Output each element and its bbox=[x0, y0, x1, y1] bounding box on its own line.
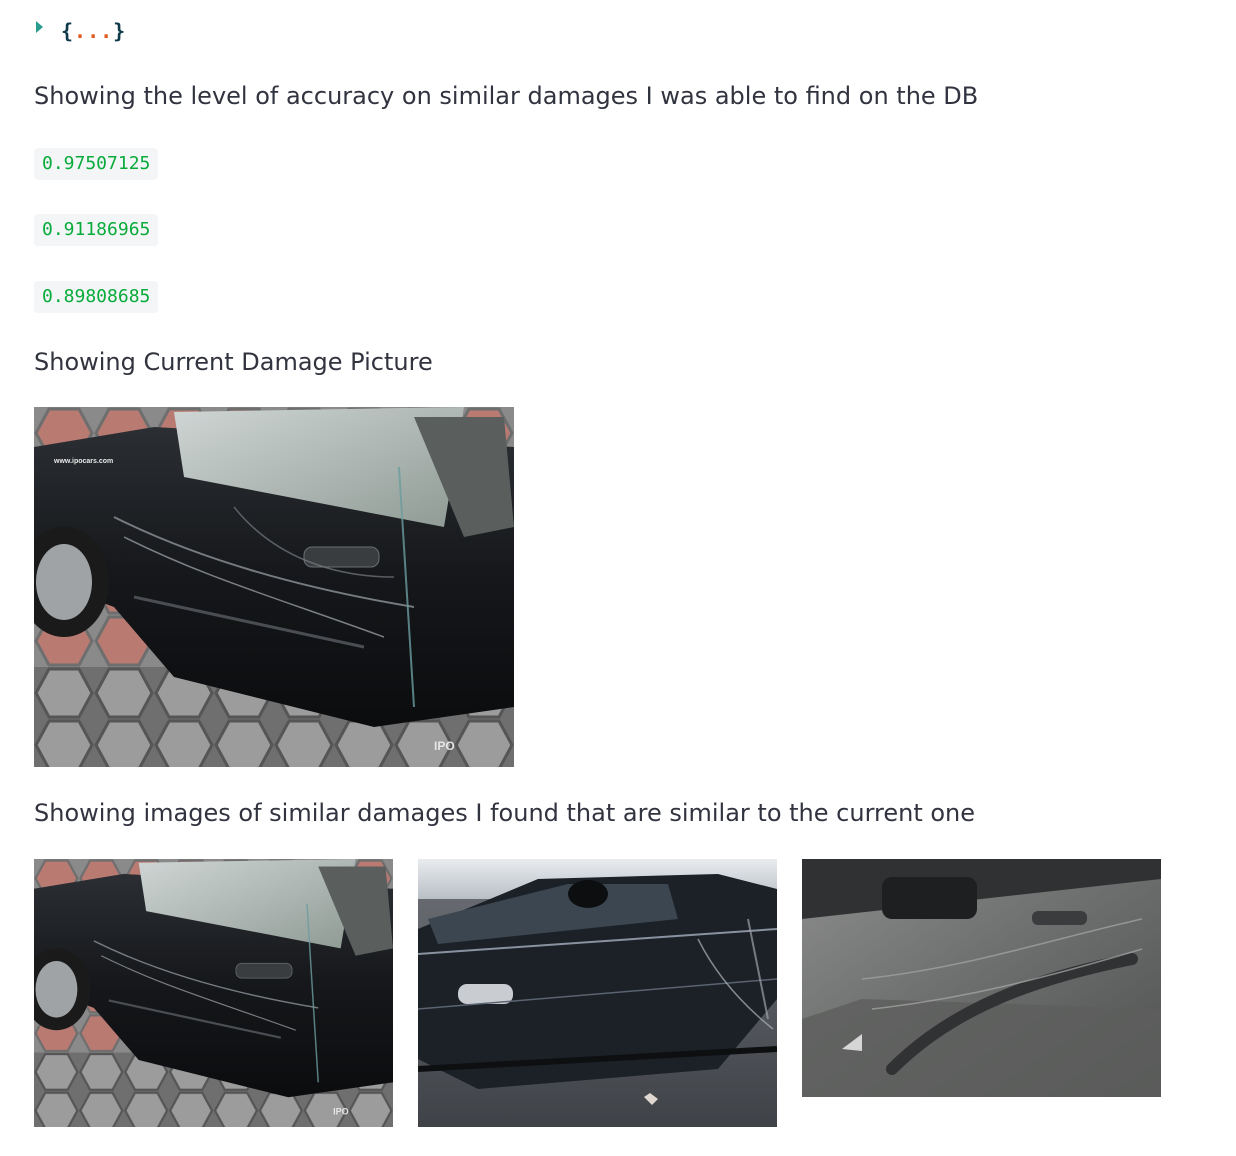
similar-damage-image bbox=[418, 859, 777, 1127]
caret-right-icon[interactable] bbox=[36, 21, 43, 33]
watermark-url: www.ipocars.com bbox=[53, 458, 113, 465]
similar-damages-heading: Showing images of similar damages I foun… bbox=[34, 799, 976, 827]
similar-damage-image: IPO bbox=[34, 859, 393, 1127]
accuracy-heading: Showing the level of accuracy on similar… bbox=[34, 82, 979, 110]
json-expander[interactable]: {...} bbox=[36, 14, 126, 48]
json-collapsed-text: {...} bbox=[61, 19, 127, 43]
accuracy-score: 0.89808685 bbox=[34, 281, 159, 313]
accuracy-score: 0.97507125 bbox=[34, 148, 159, 180]
watermark: IPO bbox=[333, 1106, 348, 1116]
current-damage-heading: Showing Current Damage Picture bbox=[34, 348, 433, 376]
accuracy-score: 0.91186965 bbox=[34, 214, 159, 246]
watermark: IPO bbox=[434, 739, 455, 753]
similar-damage-image bbox=[802, 859, 1161, 1097]
current-damage-image: www.ipocars.com IPO bbox=[34, 407, 514, 767]
